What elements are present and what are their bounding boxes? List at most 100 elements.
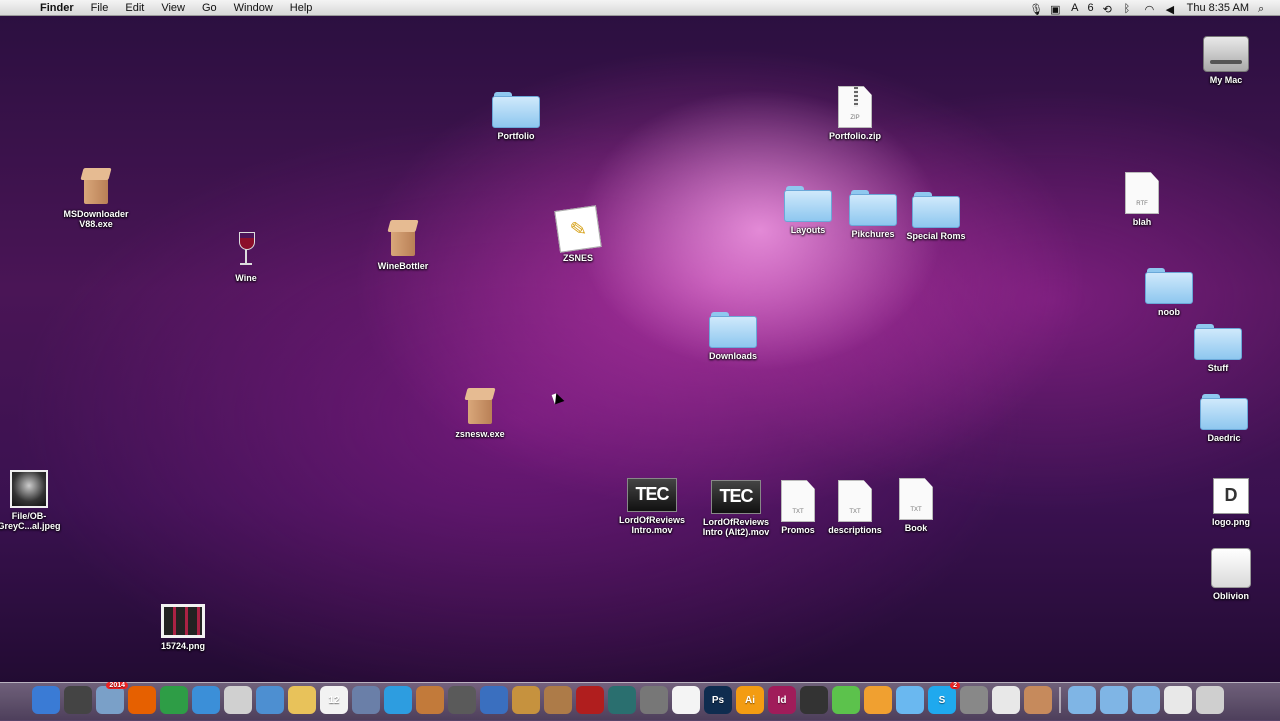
facetime-icon[interactable] <box>256 686 284 714</box>
wine-glass-icon <box>236 230 256 270</box>
desktop-file-15724-png[interactable]: 15724.png <box>135 604 231 651</box>
menu-view[interactable]: View <box>161 2 185 14</box>
dock-separator <box>1059 687 1061 713</box>
bluetooth-icon[interactable]: ᛒ <box>1124 3 1136 15</box>
indesign-icon[interactable]: Id <box>768 686 796 714</box>
desktop-folder-special-roms[interactable]: Special Roms <box>888 192 984 241</box>
movie-thumbnail-icon: TEC <box>627 478 677 512</box>
acrobat-icon[interactable] <box>672 686 700 714</box>
camera-icon[interactable]: ▣ <box>1050 3 1062 16</box>
logo-image-icon: D <box>1213 478 1249 514</box>
text-document-icon: TXT <box>899 478 933 520</box>
imovie-icon[interactable] <box>448 686 476 714</box>
safari-icon[interactable] <box>192 686 220 714</box>
desktop-file-msdownloader[interactable]: MSDownloader V88.exe <box>48 166 144 229</box>
menu-window[interactable]: Window <box>234 2 273 14</box>
hard-disk-icon <box>1203 36 1249 72</box>
winebottler-icon[interactable] <box>1024 686 1052 714</box>
zip-file-icon: ZIP <box>838 86 872 128</box>
desktop-file-book[interactable]: TXT Book <box>868 478 964 533</box>
preferences-icon[interactable] <box>640 686 668 714</box>
desktop-app-winebottler[interactable]: WineBottler <box>355 218 451 271</box>
calculator-icon[interactable] <box>224 686 252 714</box>
wifi-icon[interactable]: ◠ <box>1145 3 1157 16</box>
image-thumbnail-icon <box>161 604 205 638</box>
desktop-file-blah[interactable]: RTF blah <box>1094 172 1190 227</box>
preview-icon[interactable] <box>544 686 572 714</box>
hanger-icon[interactable] <box>960 686 988 714</box>
desktop-file-lordofreviews-intro[interactable]: TEC LordOfReviews Intro.mov <box>604 478 700 535</box>
microphone-icon[interactable]: 🎙 <box>1029 3 1043 16</box>
photoshop-icon[interactable]: Ps <box>704 686 732 714</box>
finder-icon[interactable] <box>32 686 60 714</box>
spotlight-search-icon[interactable]: ⌕ <box>1258 3 1270 15</box>
skype-icon[interactable]: S2 <box>928 682 960 714</box>
rtf-document-icon: RTF <box>1125 172 1159 214</box>
indesign-icon-label: Id <box>777 694 787 706</box>
downloads-folder-icon <box>709 312 757 348</box>
volume-icon[interactable]: ◀ <box>1166 3 1178 16</box>
battery-count[interactable]: 6 <box>1088 2 1094 14</box>
stack-icon[interactable] <box>1164 686 1192 714</box>
garageband-icon[interactable] <box>512 686 540 714</box>
external-disk-icon <box>1211 548 1251 588</box>
desktop-app-zsnes[interactable]: ZSNES <box>530 205 626 263</box>
dock-icon-row: 2014 12 Ps Ai Id S 2 <box>32 682 1224 714</box>
desktop-app-wine[interactable]: Wine <box>198 230 294 283</box>
desktop-disk-oblivion[interactable]: Oblivion <box>1183 548 1279 601</box>
text-document-icon: TXT <box>838 480 872 522</box>
folder-icon <box>1145 268 1193 304</box>
folder-icon <box>492 92 540 128</box>
photobooth-icon[interactable] <box>576 686 604 714</box>
p-icon[interactable] <box>864 686 892 714</box>
folder-icon <box>1200 394 1248 430</box>
documents-folder-icon[interactable] <box>1100 686 1128 714</box>
timemachine-icon[interactable] <box>608 686 636 714</box>
menu-edit[interactable]: Edit <box>125 2 144 14</box>
firefox-icon[interactable] <box>128 686 156 714</box>
desktop-folder-daedric[interactable]: Daedric <box>1176 394 1272 443</box>
illustrator-icon-label: Ai <box>745 694 755 706</box>
chrome-icon[interactable] <box>160 686 188 714</box>
w-icon[interactable] <box>896 686 924 714</box>
illustrator-icon[interactable]: Ai <box>736 686 764 714</box>
notification-badge: 2014 <box>106 682 128 689</box>
menubar-clock[interactable]: Thu 8:35 AM <box>1187 2 1249 14</box>
downloads-stack-icon[interactable] <box>1132 686 1160 714</box>
applications-folder-icon[interactable] <box>1068 686 1096 714</box>
folder-icon <box>1194 324 1242 360</box>
desktop-file-logo-png[interactable]: D logo.png <box>1183 478 1279 527</box>
quicktime-icon[interactable] <box>480 686 508 714</box>
folder-icon <box>912 192 960 228</box>
trash-icon[interactable] <box>1196 686 1224 714</box>
image-thumbnail-icon <box>10 470 48 508</box>
dashboard-icon[interactable] <box>64 686 92 714</box>
calendar-icon[interactable]: 12 <box>320 686 348 714</box>
clapper-icon[interactable] <box>800 686 828 714</box>
desktop-folder-noob[interactable]: noob <box>1121 268 1217 317</box>
desktop-folder-stuff[interactable]: Stuff <box>1170 324 1266 373</box>
menu-bar: Finder File Edit View Go Window Help 🎙 ▣… <box>0 0 1280 16</box>
desktop-file-ob-jpeg[interactable]: File/OB- GreyC...al.jpeg <box>0 470 77 531</box>
mail-icon[interactable]: 2014 <box>96 682 128 714</box>
paper-icon[interactable] <box>992 686 1020 714</box>
menu-finder[interactable]: Finder <box>40 2 74 14</box>
itunes-icon[interactable] <box>384 686 412 714</box>
desktop-folder-portfolio[interactable]: Portfolio <box>468 92 564 141</box>
frog-icon[interactable] <box>832 686 860 714</box>
adobe-icon[interactable]: A <box>1071 2 1078 14</box>
mouse-cursor-icon <box>551 391 565 405</box>
notes-icon[interactable] <box>288 686 316 714</box>
menu-file[interactable]: File <box>91 2 109 14</box>
winebottler-box-icon <box>387 218 419 258</box>
time-machine-icon[interactable]: ⟲ <box>1103 3 1115 16</box>
photos-icon[interactable] <box>352 686 380 714</box>
zsnes-app-icon <box>554 205 602 253</box>
desktop-folder-downloads[interactable]: Downloads <box>685 312 781 361</box>
iphoto-icon[interactable] <box>416 686 444 714</box>
menu-go[interactable]: Go <box>202 2 217 14</box>
menu-help[interactable]: Help <box>290 2 313 14</box>
desktop-file-zsnesw-exe[interactable]: zsnesw.exe <box>432 386 528 439</box>
desktop-disk-my-mac[interactable]: My Mac <box>1178 36 1274 85</box>
desktop-file-portfolio-zip[interactable]: ZIP Portfolio.zip <box>807 86 903 141</box>
